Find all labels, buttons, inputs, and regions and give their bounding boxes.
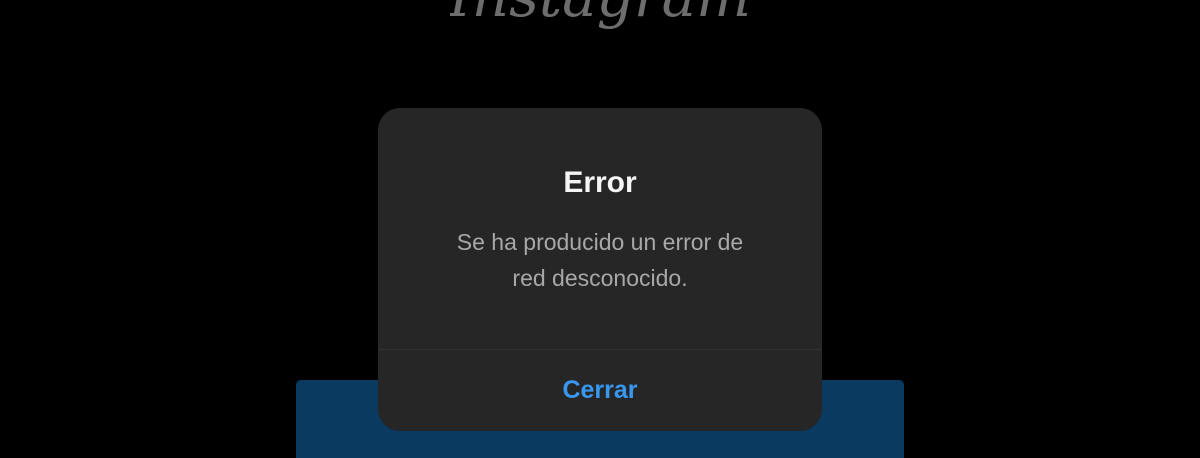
- error-dialog: Error Se ha producido un error de red de…: [378, 108, 822, 431]
- logo-text: Instagram: [450, 0, 750, 30]
- instagram-logo: Instagram: [0, 0, 1200, 40]
- close-button[interactable]: Cerrar: [378, 350, 822, 431]
- dialog-title: Error: [563, 166, 637, 199]
- dialog-message: Se ha producido un error de red desconoc…: [456, 229, 744, 291]
- app-screen: Instagram Error Se ha producido un error…: [0, 0, 1200, 458]
